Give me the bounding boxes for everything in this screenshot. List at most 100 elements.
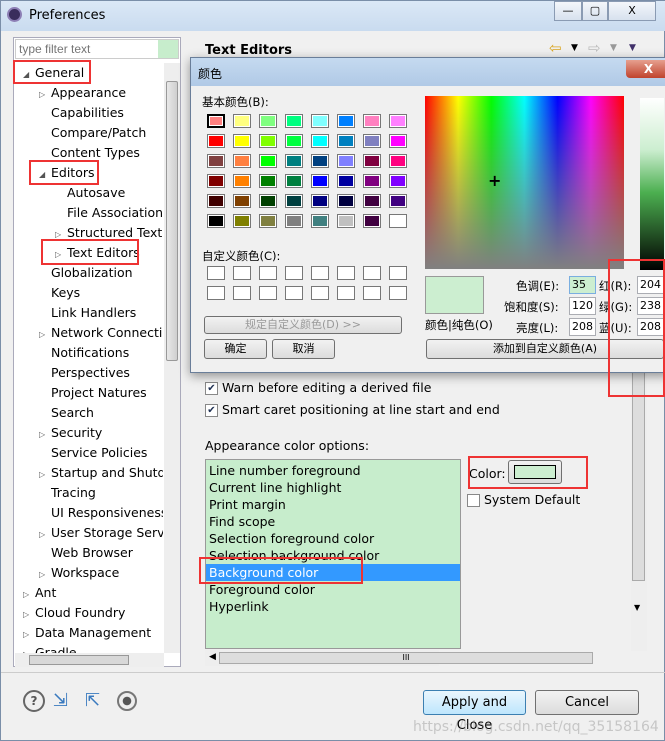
tree-item[interactable]: Keys (39, 283, 80, 303)
close-button[interactable]: X (608, 1, 656, 21)
basic-color-swatch[interactable] (285, 194, 303, 208)
basic-color-swatch[interactable] (233, 154, 251, 168)
ok-button[interactable]: 确定 (204, 339, 267, 359)
tree-item[interactable]: File Associations (55, 203, 163, 223)
custom-color-swatch[interactable] (363, 266, 381, 280)
tree-item[interactable]: Link Handlers (39, 303, 136, 323)
checkbox-smart-caret[interactable]: ✔ Smart caret positioning at line start a… (205, 402, 500, 417)
import-icon[interactable]: ⇲ (53, 690, 68, 711)
tree-horizontal-scrollbar[interactable] (15, 653, 164, 667)
basic-color-swatch[interactable] (389, 194, 407, 208)
tree-item[interactable]: Notifications (39, 343, 129, 363)
basic-color-swatch[interactable] (337, 154, 355, 168)
basic-color-swatch[interactable] (207, 154, 225, 168)
basic-color-swatch[interactable] (337, 174, 355, 188)
color-options-list[interactable]: Line number foreground Current line highl… (205, 459, 461, 649)
basic-color-swatch[interactable] (363, 214, 381, 228)
color-option-item[interactable]: Find scope (206, 513, 460, 530)
color-option-item[interactable]: Hyperlink (206, 598, 460, 615)
minimize-button[interactable]: — (554, 1, 582, 21)
basic-color-swatch[interactable] (337, 134, 355, 148)
tree-item[interactable]: Project Natures (39, 383, 147, 403)
collapsed-arrow-icon[interactable]: ▷ (39, 565, 51, 585)
tree-item[interactable]: ▷ Cloud Foundry (23, 603, 125, 623)
forward-menu-icon[interactable]: ▼ (610, 43, 617, 53)
apply-and-close-button[interactable]: Apply and Close (423, 690, 526, 733)
saturation-field[interactable]: 120 (569, 297, 596, 315)
basic-color-swatch[interactable] (207, 114, 225, 128)
basic-color-swatch[interactable] (207, 194, 225, 208)
basic-color-swatch[interactable] (311, 214, 329, 228)
custom-color-swatch[interactable] (207, 286, 225, 300)
basic-color-swatch[interactable] (311, 154, 329, 168)
collapsed-arrow-icon[interactable]: ▷ (39, 465, 51, 485)
basic-color-swatch[interactable] (207, 134, 225, 148)
view-menu-icon[interactable]: ▼ (629, 43, 636, 53)
basic-color-swatch[interactable] (363, 154, 381, 168)
basic-color-swatch[interactable] (311, 194, 329, 208)
custom-color-swatch[interactable] (207, 266, 225, 280)
basic-color-swatch[interactable] (337, 214, 355, 228)
tree-item[interactable]: Perspectives (39, 363, 130, 383)
color-option-item[interactable]: Line number foreground (206, 462, 460, 479)
custom-color-swatch[interactable] (337, 266, 355, 280)
export-icon[interactable]: ⇱ (85, 690, 100, 711)
tree-item[interactable]: ▷ Ant (23, 583, 56, 603)
basic-color-swatch[interactable] (285, 174, 303, 188)
basic-color-swatch[interactable] (363, 134, 381, 148)
basic-color-swatch[interactable] (259, 134, 277, 148)
hue-saturation-spectrum[interactable]: + (425, 96, 624, 269)
cancel-button[interactable]: Cancel (535, 690, 639, 715)
custom-color-swatch[interactable] (337, 286, 355, 300)
tree-item[interactable]: Web Browser (39, 543, 133, 563)
back-menu-icon[interactable]: ▼ (571, 43, 578, 53)
checkbox-icon[interactable] (467, 494, 480, 507)
custom-color-swatch[interactable] (285, 266, 303, 280)
custom-color-swatch[interactable] (259, 286, 277, 300)
basic-color-swatch[interactable] (389, 114, 407, 128)
custom-color-swatch[interactable] (363, 286, 381, 300)
filter-input[interactable] (15, 39, 179, 59)
basic-color-swatch[interactable] (259, 114, 277, 128)
help-icon[interactable]: ? (23, 690, 45, 712)
basic-color-swatch[interactable] (233, 214, 251, 228)
forward-icon[interactable]: ⇨ (588, 39, 601, 57)
tree-item[interactable]: ▷ Workspace (39, 563, 119, 583)
basic-color-swatch[interactable] (311, 114, 329, 128)
basic-color-swatch[interactable] (389, 154, 407, 168)
basic-color-swatch[interactable] (311, 134, 329, 148)
tree-item[interactable]: UI Responsiveness (39, 503, 163, 523)
basic-color-swatch[interactable] (233, 134, 251, 148)
tree-item[interactable]: ▷ Appearance (39, 83, 126, 103)
collapsed-arrow-icon[interactable]: ▷ (23, 605, 35, 625)
collapsed-arrow-icon[interactable]: ▷ (39, 425, 51, 445)
tree-vertical-scrollbar[interactable] (164, 63, 180, 653)
system-default-checkbox[interactable]: System Default (467, 492, 580, 507)
basic-color-swatch[interactable] (233, 194, 251, 208)
custom-color-swatch[interactable] (233, 266, 251, 280)
basic-color-swatch[interactable] (259, 154, 277, 168)
collapsed-arrow-icon[interactable]: ▷ (23, 625, 35, 645)
luminance-slider[interactable] (640, 98, 664, 270)
scrollbar-thumb[interactable] (632, 371, 645, 581)
dialog-cancel-button[interactable]: 取消 (272, 339, 335, 359)
tree-item[interactable]: ▷ User Storage Servic (39, 523, 163, 543)
basic-color-swatch[interactable] (363, 114, 381, 128)
custom-color-swatch[interactable] (233, 286, 251, 300)
color-option-item[interactable]: Current line highlight (206, 479, 460, 496)
basic-color-swatch[interactable] (233, 114, 251, 128)
color-option-item[interactable]: Print margin (206, 496, 460, 513)
basic-color-swatch[interactable] (259, 194, 277, 208)
tree-item[interactable]: Globalization (39, 263, 133, 283)
luminance-field[interactable]: 208 (569, 318, 596, 336)
tree-item[interactable]: ▷ Data Management (23, 623, 151, 643)
custom-color-swatch[interactable] (311, 286, 329, 300)
basic-color-swatch[interactable] (259, 174, 277, 188)
collapsed-arrow-icon[interactable]: ▷ (39, 525, 51, 545)
basic-color-swatch[interactable] (207, 214, 225, 228)
custom-color-swatch[interactable] (389, 286, 407, 300)
back-icon[interactable]: ⇦ (549, 39, 562, 57)
basic-color-swatch[interactable] (285, 114, 303, 128)
collapsed-arrow-icon[interactable]: ▷ (39, 85, 51, 105)
basic-color-swatch[interactable] (285, 154, 303, 168)
